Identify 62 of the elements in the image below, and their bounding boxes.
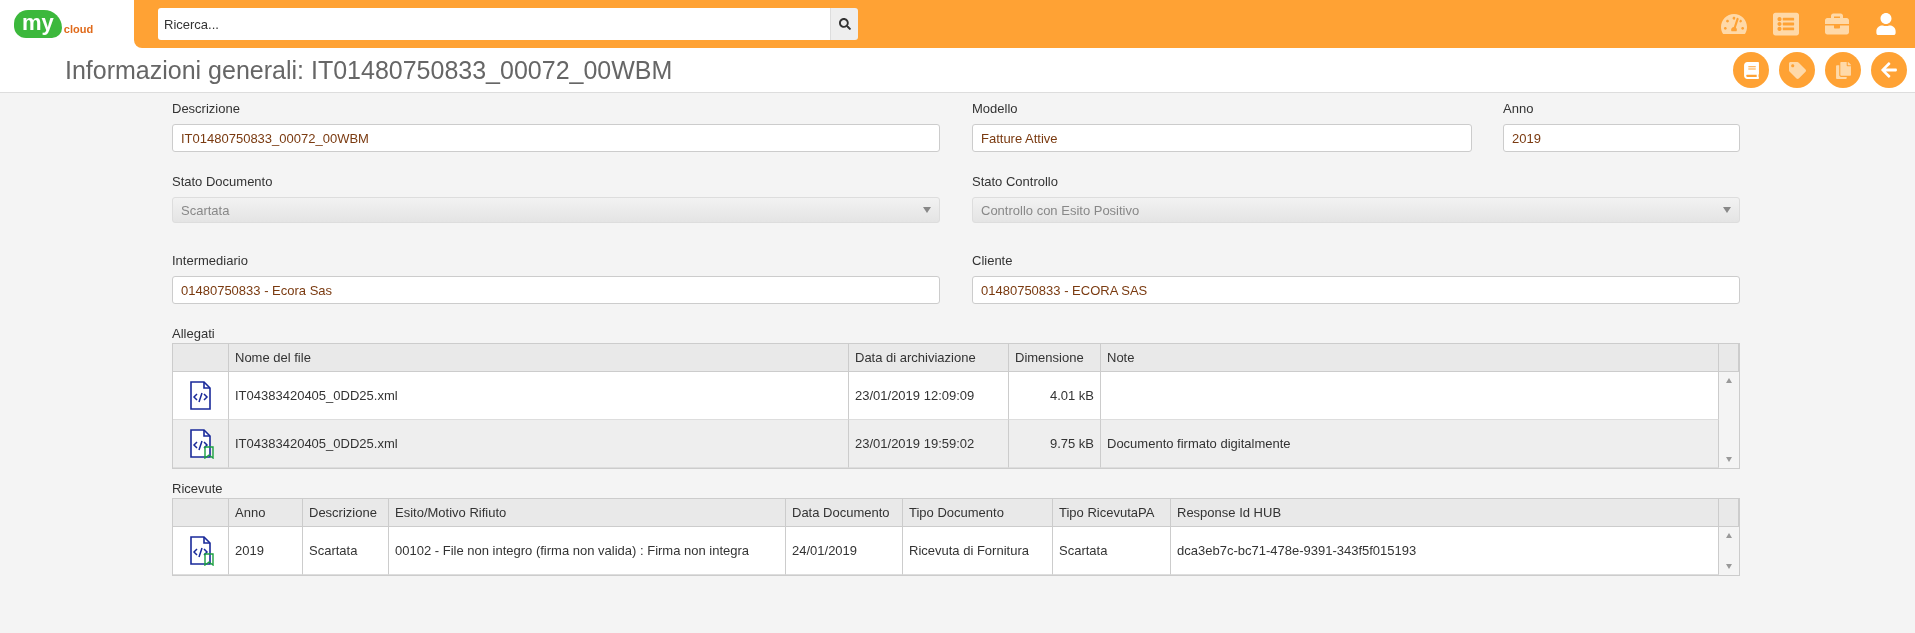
- page-title: Informazioni generali: IT01480750833_00072_00WBM: [65, 55, 673, 85]
- column-header[interactable]: Esito/Motivo Rifiuto: [389, 499, 786, 527]
- table-cell: 24/01/2019: [786, 527, 903, 575]
- code-file-icon: [187, 380, 214, 411]
- input-field[interactable]: 2019: [1503, 124, 1740, 152]
- table-cell: 4.01 kB: [1009, 372, 1101, 420]
- input-field[interactable]: Fatture Attive: [972, 124, 1472, 152]
- column-header[interactable]: Data Documento: [786, 499, 903, 527]
- logo: my: [14, 10, 62, 38]
- book-button[interactable]: [1733, 52, 1769, 88]
- table-cell: 23/01/2019 19:59:02: [849, 420, 1009, 468]
- input-field[interactable]: 01480750833 - Ecora Sas: [172, 276, 940, 304]
- gauge-icon[interactable]: [1721, 11, 1747, 37]
- column-header[interactable]: Response Id HUB: [1171, 499, 1719, 527]
- column-header[interactable]: Anno: [229, 499, 303, 527]
- tag-button[interactable]: [1779, 52, 1815, 88]
- list-icon[interactable]: [1773, 11, 1799, 37]
- tag-icon: [1788, 61, 1806, 79]
- table-cell: Scartata: [1053, 527, 1171, 575]
- column-header[interactable]: Nome del file: [229, 344, 849, 372]
- table-cell: Scartata: [303, 527, 389, 575]
- field-label: Descrizione: [172, 101, 241, 116]
- input-field[interactable]: 01480750833 - ECORA SAS: [972, 276, 1740, 304]
- table-cell: Ricevuta di Fornitura: [903, 527, 1053, 575]
- table-cell: IT04383420405_0DD25.xml: [229, 372, 849, 420]
- table-cell: 9.75 kB: [1009, 420, 1101, 468]
- column-header[interactable]: Tipo RicevutaPA: [1053, 499, 1171, 527]
- table-title: Ricevute: [172, 481, 224, 496]
- book-icon: [1742, 61, 1760, 79]
- table-cell: 00102 - File non integro (firma non valida) : Firma non integra: [389, 527, 786, 575]
- table-title: Allegati: [172, 326, 216, 341]
- column-header[interactable]: Descrizione: [303, 499, 389, 527]
- table-cell: dca3eb7c-bc71-478e-9391-343f5f015193: [1171, 527, 1719, 575]
- search-icon: [838, 18, 851, 30]
- column-header[interactable]: Data di archiviazione: [849, 344, 1009, 372]
- column-header[interactable]: Dimensione: [1009, 344, 1101, 372]
- briefcase-icon[interactable]: [1825, 12, 1849, 36]
- input-field[interactable]: IT01480750833_00072_00WBM: [172, 124, 940, 152]
- arrow-left-icon: [1880, 61, 1898, 79]
- field-label: Cliente: [972, 253, 1014, 268]
- field-label: Stato Controllo: [972, 174, 1059, 189]
- table-cell: 2019: [229, 527, 303, 575]
- column-header[interactable]: Tipo Documento: [903, 499, 1053, 527]
- back-button[interactable]: [1871, 52, 1907, 88]
- copy-icon: [1834, 61, 1852, 79]
- scrollbar[interactable]: [1719, 527, 1739, 575]
- search-button[interactable]: [830, 8, 858, 40]
- column-header[interactable]: Note: [1101, 344, 1719, 372]
- copy-button[interactable]: [1825, 52, 1861, 88]
- field-label: Modello: [972, 101, 1019, 116]
- logo-text: cloud: [63, 23, 94, 35]
- field-label: Stato Documento: [172, 174, 274, 189]
- field-label: Intermediario: [172, 253, 249, 268]
- search-field[interactable]: Ricerca...: [158, 8, 830, 40]
- signed-code-file-icon: [187, 428, 214, 459]
- user-icon[interactable]: [1875, 13, 1897, 35]
- table-cell: IT04383420405_0DD25.xml: [229, 420, 849, 468]
- table-cell: Documento firmato digitalmente: [1101, 420, 1719, 468]
- field-label: Anno: [1503, 101, 1535, 116]
- scrollbar[interactable]: [1719, 372, 1739, 468]
- signed-code-file-icon: [187, 535, 214, 566]
- table-cell: 23/01/2019 12:09:09: [849, 372, 1009, 420]
